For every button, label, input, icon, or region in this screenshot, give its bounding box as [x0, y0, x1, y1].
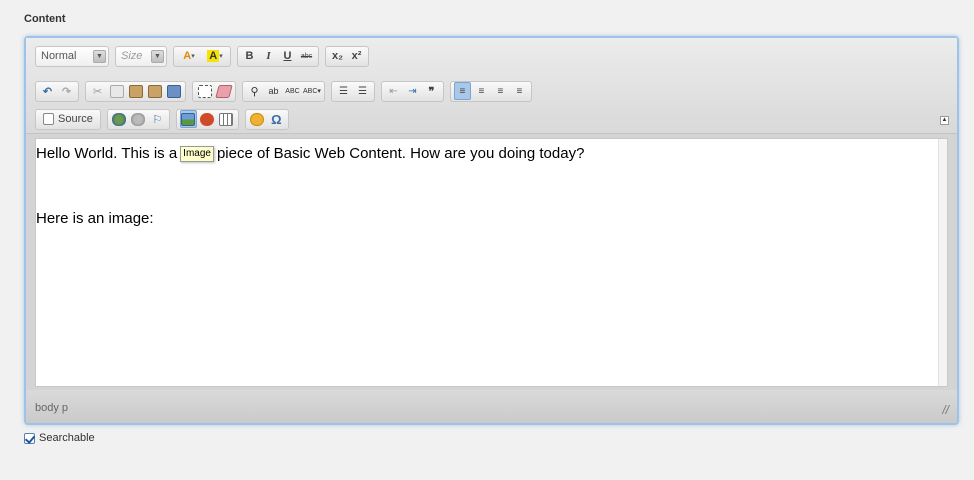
flash-icon[interactable]: [199, 110, 216, 128]
superscript-button[interactable]: x²: [348, 47, 365, 65]
smiley-icon[interactable]: [249, 110, 266, 128]
link-group: ⚐: [106, 108, 170, 130]
content-text-before: Hello World. This is a: [36, 145, 178, 162]
content-paragraph-1: Hello World. This is a Image piece of Basi…: [36, 145, 584, 164]
searchable-checkbox-row[interactable]: Searchable: [24, 432, 95, 444]
subscript-button[interactable]: x₂: [329, 47, 346, 65]
editor-content-area[interactable]: Hello World. This is a Image piece of Basi…: [35, 138, 948, 387]
image-tooltip: Image: [180, 146, 214, 162]
cut-icon[interactable]: ✂: [89, 82, 106, 100]
link-icon[interactable]: [111, 110, 128, 128]
indent-icon[interactable]: ⇥: [404, 82, 421, 100]
script-group: x₂ x²: [325, 45, 369, 67]
size-combo-value: Size: [121, 50, 143, 62]
bulleted-list-icon[interactable]: ☰: [354, 82, 371, 100]
strike-button[interactable]: abc: [298, 47, 315, 65]
select-all-icon[interactable]: [196, 82, 213, 100]
content-text-after: piece of Basic Web Content. How are you …: [216, 145, 585, 162]
color-group: A ▾ A ▾: [173, 45, 231, 67]
find-group: ⚲ ab ABC ABC▾: [242, 80, 325, 102]
remove-format-icon[interactable]: [214, 82, 233, 100]
copy-icon[interactable]: [108, 82, 125, 100]
chevron-down-icon: ▼: [93, 49, 106, 63]
source-icon: [43, 113, 54, 125]
undo-group: ↶ ↷: [35, 80, 79, 102]
content-paragraph-2: Here is an image:: [36, 210, 154, 227]
align-group: ≡ ≡ ≡ ≡: [449, 80, 532, 102]
clipboard-group: ✂: [85, 80, 186, 102]
scayt-icon[interactable]: ABC▾: [303, 82, 321, 100]
underline-button[interactable]: U: [279, 47, 296, 65]
searchable-checkbox[interactable]: [24, 432, 35, 444]
bg-color-icon[interactable]: A ▾: [203, 47, 227, 65]
scrollbar[interactable]: [938, 139, 947, 386]
numbered-list-icon[interactable]: ☰: [335, 82, 352, 100]
align-right-icon[interactable]: ≡: [492, 82, 509, 100]
toolbar-row-1: Normal ▼ Size ▼ A ▾ A ▾ B I U abc x₂ x²: [35, 45, 375, 67]
editor-toolbar: Normal ▼ Size ▼ A ▾ A ▾ B I U abc x₂ x² …: [26, 38, 957, 134]
content-field-label: Content: [24, 13, 66, 25]
replace-icon[interactable]: ab: [265, 82, 282, 100]
paste-text-icon[interactable]: [146, 82, 163, 100]
editing-group: [192, 80, 236, 102]
list-group: ☰ ☰: [330, 80, 375, 102]
toolbar-row-3: Source ⚐ Ω: [35, 108, 295, 130]
anchor-icon[interactable]: ⚐: [149, 110, 166, 128]
format-combo-value: Normal: [41, 50, 77, 62]
find-icon[interactable]: ⚲: [246, 82, 263, 100]
source-group: Source: [35, 108, 101, 130]
collapse-toolbar-icon[interactable]: ▲: [940, 116, 949, 125]
align-left-icon[interactable]: ≡: [453, 82, 471, 100]
resize-grip-icon[interactable]: //: [942, 403, 949, 417]
paste-icon[interactable]: [127, 82, 144, 100]
redo-icon[interactable]: ↷: [58, 82, 75, 100]
searchable-label: Searchable: [39, 432, 95, 444]
insert-group: [175, 108, 239, 130]
undo-icon[interactable]: ↶: [39, 82, 56, 100]
toolbar-row-2: ↶ ↷ ✂ ⚲ ab ABC ABC▾ ☰ ☰ ⇤ ⇥ ❞ ≡ ≡ ≡ ≡: [35, 80, 538, 102]
element-path-bar: body p //: [26, 390, 957, 423]
source-button-label: Source: [58, 113, 93, 125]
justify-icon[interactable]: ≡: [511, 82, 528, 100]
rich-text-editor: Normal ▼ Size ▼ A ▾ A ▾ B I U abc x₂ x² …: [24, 36, 959, 425]
blockquote-icon[interactable]: ❞: [423, 82, 440, 100]
format-combo[interactable]: Normal ▼: [35, 45, 109, 67]
unlink-icon[interactable]: [130, 110, 147, 128]
spellcheck-icon[interactable]: ABC: [284, 82, 301, 100]
bold-button[interactable]: B: [241, 47, 258, 65]
table-icon[interactable]: [218, 110, 235, 128]
outdent-icon[interactable]: ⇤: [385, 82, 402, 100]
special-group: Ω: [244, 108, 289, 130]
indent-group: ⇤ ⇥ ❞: [380, 80, 444, 102]
element-path[interactable]: body p: [35, 402, 68, 414]
basic-styles-group: B I U abc: [237, 45, 319, 67]
chevron-down-icon: ▼: [151, 49, 164, 63]
italic-button[interactable]: I: [260, 47, 277, 65]
paste-word-icon[interactable]: [165, 82, 182, 100]
image-icon[interactable]: [179, 110, 197, 128]
align-center-icon[interactable]: ≡: [473, 82, 490, 100]
special-char-icon[interactable]: Ω: [268, 110, 285, 128]
size-combo[interactable]: Size ▼: [115, 45, 167, 67]
source-button[interactable]: Source: [39, 110, 97, 128]
text-color-icon[interactable]: A ▾: [177, 47, 201, 65]
